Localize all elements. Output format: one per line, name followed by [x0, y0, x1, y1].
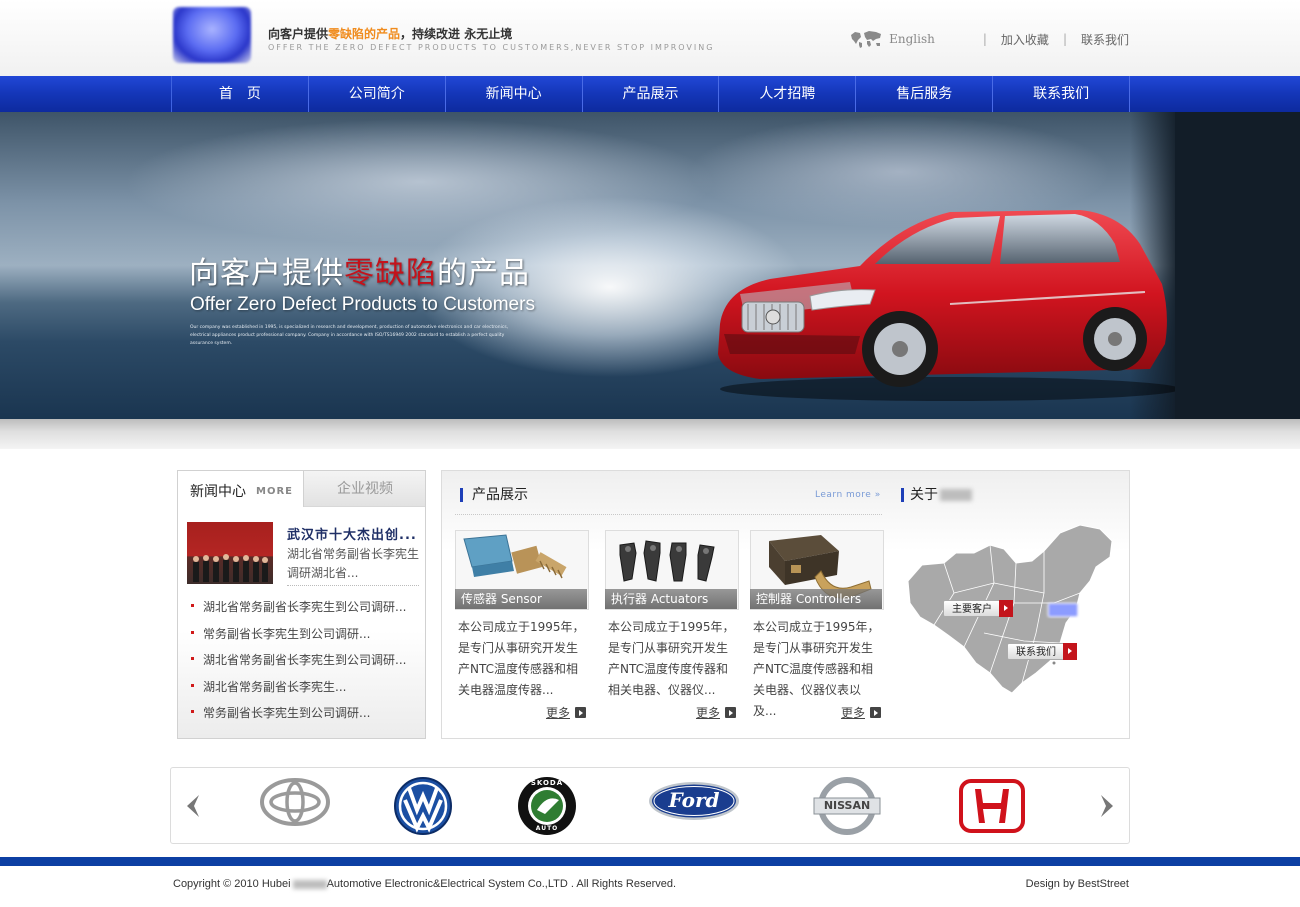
product-card-controller[interactable]: 控制器 Controllers 本公司成立于1995年，是专门从事研究开发生产N… [750, 530, 884, 730]
contact-link[interactable]: 联系我们 [1081, 31, 1129, 48]
nissan-logo[interactable]: NISSAN [812, 776, 882, 836]
arrow-right-icon [575, 707, 586, 718]
news-panel: 新闻中心 MORE 企业视频 武汉市十大杰出创... 湖北省常务副省长李宪生调研… [177, 470, 426, 739]
people-photo [193, 554, 268, 582]
product-card-actuator[interactable]: 执行器 Actuators 本公司成立于1995年，是专门从事研究开发生产NTC… [605, 530, 739, 730]
product-label[interactable]: 控制器 Controllers [750, 589, 882, 609]
page: 向客户提供零缺陷的产品，持续改进 永无止境 OFFER THE ZERO DEF… [0, 0, 1300, 907]
list-item[interactable]: 湖北省常务副省长李宪生到公司调研... [189, 651, 419, 678]
blurred-company-name [940, 489, 972, 501]
arrow-right-icon [1063, 643, 1077, 660]
volkswagen-logo[interactable] [393, 776, 453, 836]
news-feature-title[interactable]: 武汉市十大杰出创... [287, 524, 417, 543]
slogan-highlight: 零缺陷的产品 [328, 27, 401, 41]
products-heading: 产品展示 [460, 488, 528, 502]
honda-logo[interactable] [959, 779, 1025, 833]
about-heading: 关于 [901, 488, 972, 502]
learn-more-link[interactable]: Learn more » [815, 490, 881, 500]
nav-item-products[interactable]: 产品展示 [583, 76, 720, 112]
contact-us-button[interactable]: 联系我们 [1007, 643, 1077, 660]
product-label[interactable]: 执行器 Actuators [605, 589, 737, 609]
banner-description: Our company was established in 1995, is … [190, 325, 509, 346]
list-item[interactable]: 常务副省长李宪生到公司调研... [189, 704, 419, 731]
arrow-right-icon [999, 600, 1013, 617]
more-link[interactable]: 更多 [546, 704, 586, 721]
nav-item-service[interactable]: 售后服务 [856, 76, 994, 112]
nav-item-careers[interactable]: 人才招聘 [719, 76, 857, 112]
footer-bar [0, 857, 1300, 866]
list-item[interactable]: 常务副省长李宪生到公司调研... [189, 625, 419, 652]
slogan-en: OFFER THE ZERO DEFECT PRODUCTS TO CUSTOM… [268, 43, 715, 52]
product-card-sensor[interactable]: 传感器 Sensor 本公司成立于1995年，是专门从事研究开发生产NTC温度传… [455, 530, 589, 730]
separator: | [982, 32, 987, 46]
red-car-image [718, 210, 1175, 401]
top-links: English | 加入收藏 | 联系我们 [849, 30, 1129, 48]
main-nav: 首 页 公司简介 新闻中心 产品展示 人才招聘 售后服务 联系我们 [0, 76, 1300, 112]
news-list: 湖北省常务副省长李宪生到公司调研... 常务副省长李宪生到公司调研... 湖北省… [189, 598, 419, 731]
nav-item-news[interactable]: 新闻中心 [446, 76, 583, 112]
world-map-icon [851, 31, 882, 48]
product-label[interactable]: 传感器 Sensor [455, 589, 587, 609]
arrow-right-icon [870, 707, 881, 718]
product-desc: 本公司成立于1995年，是专门从事研究开发生产NTC温度传度传器和相关电器、仪器… [608, 620, 735, 697]
products-panel: 产品展示 Learn more » 传感器 Sensor 本公司成立于1995年… [441, 470, 1130, 739]
more-link[interactable]: 更多 [696, 704, 736, 721]
nav-item-home[interactable]: 首 页 [172, 76, 309, 112]
skoda-logo[interactable]: SKODA AUTO [517, 776, 577, 836]
nav-items: 首 页 公司简介 新闻中心 产品展示 人才招聘 售后服务 联系我们 [171, 76, 1131, 112]
blurred-company-name [292, 879, 327, 889]
news-feature-desc: 湖北省常务副省长李宪生调研湖北省... [287, 545, 419, 586]
nav-item-contact[interactable]: 联系我们 [993, 76, 1131, 112]
company-logo[interactable] [173, 7, 251, 63]
banner-subtitle: Offer Zero Defect Products to Customers [190, 294, 535, 315]
toyota-logo[interactable] [260, 778, 330, 826]
list-item[interactable]: 湖北省常务副省长李宪生... [189, 678, 419, 705]
nav-item-about[interactable]: 公司简介 [309, 76, 446, 112]
list-item[interactable]: 湖北省常务副省长李宪生到公司调研... [189, 598, 419, 625]
chevron-left-icon[interactable] [181, 792, 205, 820]
brand-carousel: SKODA AUTO Ford NISSAN [170, 767, 1130, 844]
separator: | [1062, 32, 1067, 46]
more-link[interactable]: 更多 [841, 704, 881, 721]
language-switch[interactable]: English [849, 29, 935, 49]
bookmark-link[interactable]: 加入收藏 [1001, 31, 1049, 48]
ford-logo[interactable]: Ford [648, 781, 740, 821]
arrow-right-icon [725, 707, 736, 718]
news-thumbnail[interactable] [187, 522, 273, 584]
header: 向客户提供零缺陷的产品，持续改进 永无止境 OFFER THE ZERO DEF… [0, 0, 1300, 76]
copyright: Copyright © 2010 Hubei Automotive Electro… [173, 878, 677, 890]
tab-news[interactable]: 新闻中心 MORE [178, 471, 304, 507]
more-link[interactable]: MORE [256, 486, 293, 497]
chevron-right-icon[interactable] [1095, 792, 1119, 820]
main-customers-button[interactable]: 主要客户 [943, 600, 1013, 617]
hero-banner: 向客户提供零缺陷的产品 Offer Zero Defect Products t… [0, 112, 1300, 419]
news-feature[interactable]: 武汉市十大杰出创... 湖北省常务副省长李宪生调研湖北省... [187, 522, 419, 586]
banner-bottom-shadow [0, 419, 1300, 449]
banner-title: 向客户提供零缺陷的产品 [189, 256, 530, 291]
double-chevron-icon: » [874, 490, 881, 500]
news-tabs: 新闻中心 MORE 企业视频 [178, 471, 425, 507]
slogan-cn: 向客户提供零缺陷的产品，持续改进 永无止境 [268, 27, 513, 41]
tab-company-video[interactable]: 企业视频 [304, 471, 426, 507]
product-desc: 本公司成立于1995年，是专门从事研究开发生产NTC温度传感器和相关电器温度传器… [458, 620, 585, 697]
design-credit[interactable]: Design by BestStreet [1026, 878, 1129, 890]
